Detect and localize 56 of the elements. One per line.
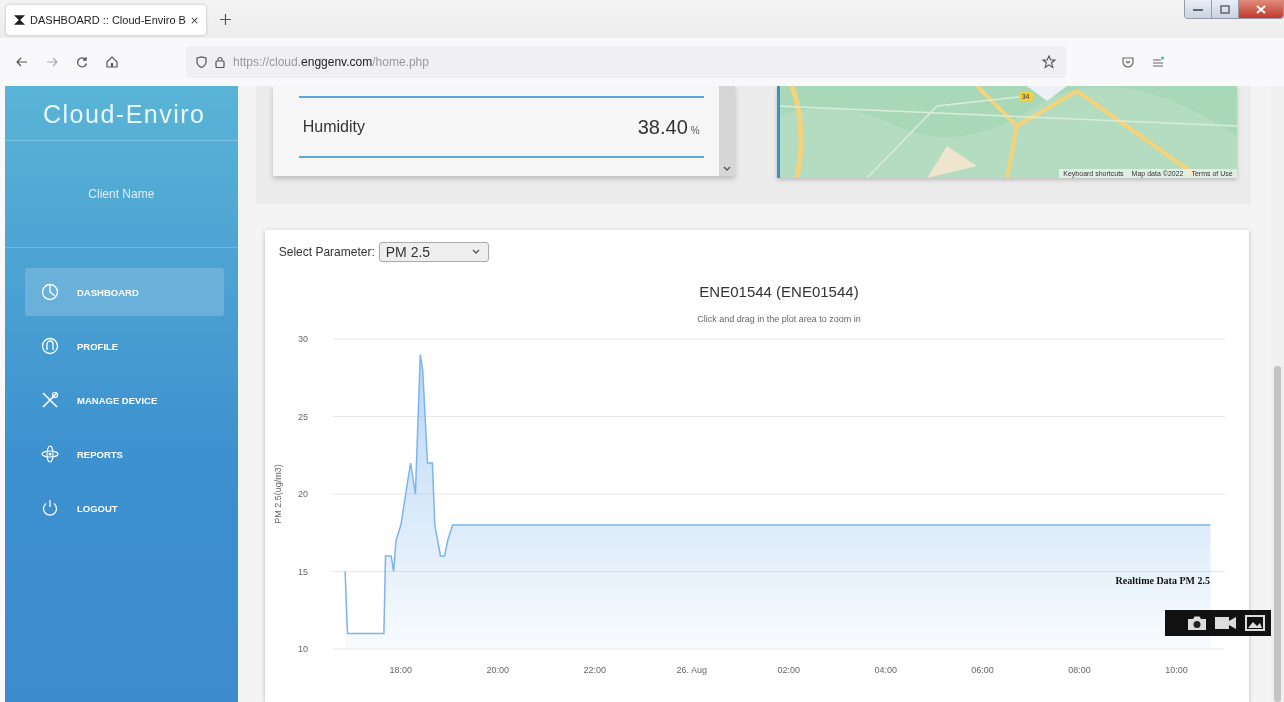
image-icon[interactable] (1244, 615, 1265, 631)
pocket-icon[interactable] (1122, 56, 1134, 68)
minimize-icon (1193, 6, 1203, 12)
brand-title: Cloud-Enviro (5, 86, 238, 141)
humidity-unit: % (690, 124, 700, 136)
chevron-down-icon[interactable] (722, 166, 731, 172)
close-icon (1256, 4, 1266, 14)
x-tick-label: 08:00 (1068, 665, 1091, 676)
y-tick-label: 10 (297, 644, 308, 655)
chevron-down-icon (471, 249, 480, 256)
home-icon[interactable] (106, 56, 118, 68)
x-tick-label: 04:00 (874, 665, 897, 676)
back-icon[interactable] (16, 57, 28, 67)
logo-icon (14, 14, 25, 26)
chart-title: ENE01544 (ENE01544) (699, 283, 859, 301)
atom-icon (41, 445, 59, 463)
x-tick-label: 22:00 (583, 665, 606, 676)
profile-icon (41, 337, 59, 355)
video-camera-icon[interactable] (1214, 616, 1237, 630)
x-tick-label: 18:00 (389, 665, 412, 676)
y-tick-label: 30 (297, 334, 308, 345)
scrollbar[interactable] (718, 86, 735, 176)
address-bar[interactable]: https://cloud.enggenv.com/home.php (186, 46, 1066, 78)
lock-icon (215, 56, 225, 68)
tab-title: DASHBOARD :: Cloud-Enviro B (30, 14, 186, 26)
restore-button[interactable] (1212, 0, 1239, 18)
pie-chart-icon (41, 283, 59, 301)
new-tab-icon[interactable] (220, 13, 231, 25)
client-name: Client Name (88, 187, 155, 201)
camera-icon[interactable] (1186, 615, 1207, 631)
star-icon[interactable] (1042, 55, 1056, 69)
shield-icon (196, 56, 207, 68)
close-window-button[interactable] (1239, 0, 1283, 18)
url-text: https://cloud.enggenv.com/home.php (233, 55, 429, 69)
x-tick-label: 10:00 (1164, 665, 1188, 676)
x-tick-label: 26. Aug (676, 665, 707, 676)
minimize-button[interactable] (1185, 0, 1212, 18)
x-tick-label: 02:00 (777, 665, 800, 676)
x-tick-label: 06:00 (971, 665, 994, 676)
y-axis-label: PM 2.5(ug/m3) (272, 464, 283, 525)
humidity-label: Humidity (302, 118, 366, 136)
y-tick-label: 20 (297, 489, 308, 500)
parameter-select[interactable]: PM 2.5 (378, 242, 489, 263)
tools-icon (41, 391, 59, 409)
y-tick-label: 25 (297, 411, 308, 422)
reload-icon[interactable] (76, 56, 88, 68)
select-label: Select Parameter: (278, 245, 375, 260)
x-tick-label: 20:00 (486, 665, 509, 676)
humidity-value: 38.40 (637, 115, 688, 139)
y-tick-label: 15 (297, 566, 308, 577)
series-label: Realtime Data PM 2.5 (1115, 575, 1210, 587)
chart-subtitle: Click and drag in the plot area to zoom in (696, 314, 861, 325)
power-icon (41, 499, 59, 517)
close-icon[interactable] (190, 15, 198, 25)
restore-icon (1220, 4, 1230, 14)
browser-tab[interactable]: DASHBOARD :: Cloud-Enviro B (6, 5, 206, 35)
